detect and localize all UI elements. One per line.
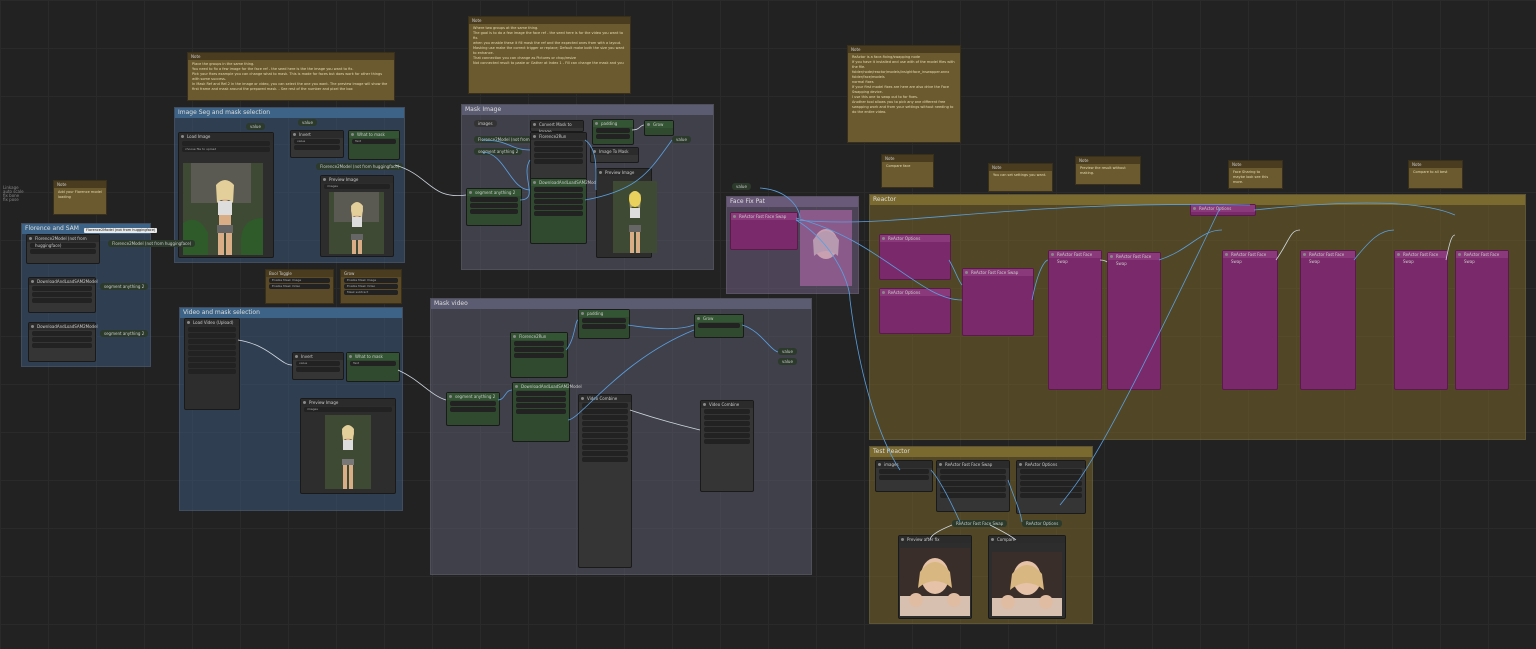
- connection-wires: [237, 124, 1456, 541]
